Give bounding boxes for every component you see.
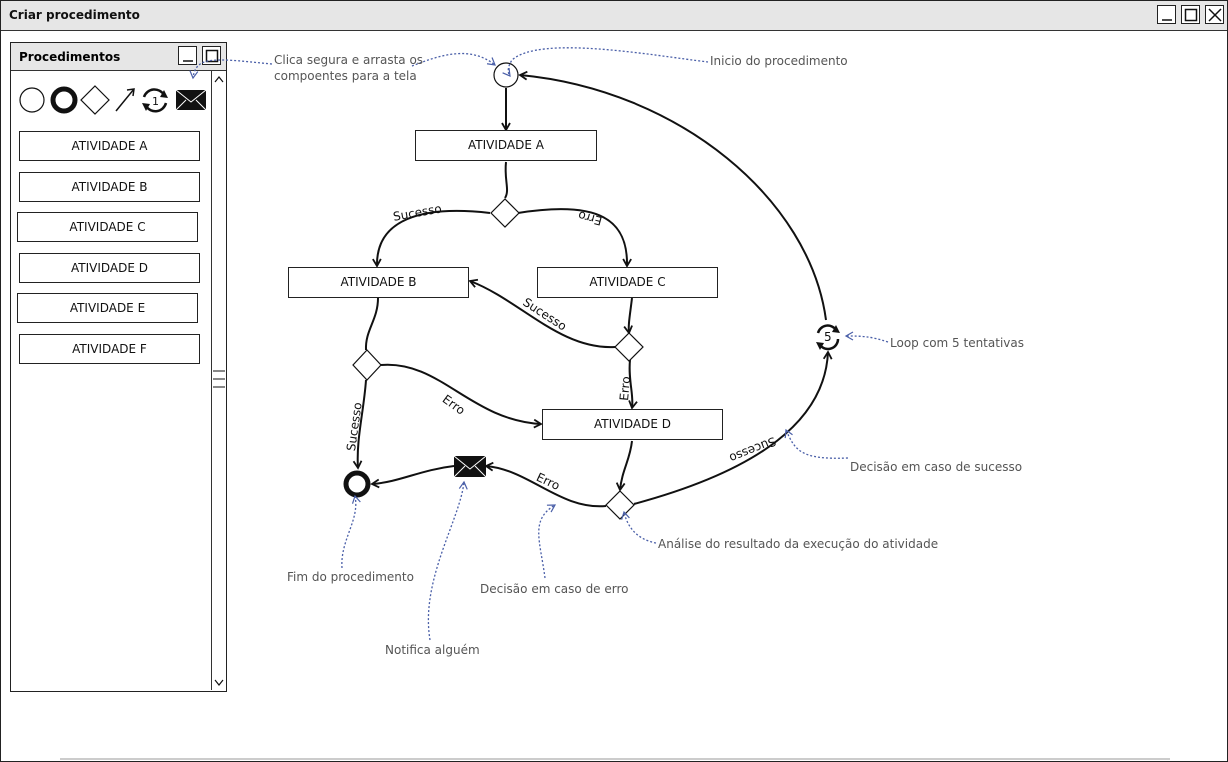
edge-d-to-d3 bbox=[615, 440, 633, 492]
edge-label-erro-2: Erro bbox=[617, 375, 634, 402]
loop-node[interactable]: 5 bbox=[816, 324, 840, 351]
decision-4[interactable] bbox=[614, 332, 644, 362]
note-connector-drag bbox=[189, 59, 273, 80]
note-error-decision: Decisão em caso de erro bbox=[480, 582, 629, 596]
edge-b-to-d2 bbox=[364, 297, 379, 351]
message-node[interactable] bbox=[453, 455, 487, 478]
note-notify: Notifica alguém bbox=[385, 643, 480, 657]
diagram-canvas: 5 bbox=[60, 47, 1170, 760]
note-connector-analysis bbox=[621, 510, 657, 544]
edge-c-to-d4 bbox=[623, 297, 633, 335]
activity-d[interactable]: ATIVIDADE D bbox=[542, 409, 723, 440]
loop-node-count: 5 bbox=[824, 330, 832, 344]
decision-1[interactable] bbox=[490, 198, 520, 228]
note-connector-success bbox=[784, 428, 849, 459]
note-connector-error bbox=[538, 504, 557, 579]
edge-a-to-d1 bbox=[504, 161, 508, 199]
note-connector-notify bbox=[427, 480, 468, 641]
note-drag: Clica segura e arrasta os bbox=[274, 53, 424, 67]
note-end: Fim do procedimento bbox=[287, 570, 414, 584]
edge-d1-to-c bbox=[517, 208, 632, 268]
note-connector-loop bbox=[844, 331, 889, 343]
activity-a[interactable]: ATIVIDADE A bbox=[415, 130, 597, 161]
note-analysis: Análise do resultado da execução do ativ… bbox=[658, 537, 939, 551]
note-drag-2: compoentes para a tela bbox=[274, 69, 417, 83]
decision-3[interactable] bbox=[605, 490, 635, 520]
note-success-decision: Decisão em caso de sucesso bbox=[850, 460, 1023, 474]
edge-msg-to-end bbox=[370, 465, 455, 489]
note-connector-drag-2 bbox=[411, 52, 496, 67]
note-start: Inicio do procedimento bbox=[710, 54, 848, 68]
note-loop: Loop com 5 tentativas bbox=[890, 336, 1024, 350]
decision-2[interactable] bbox=[352, 349, 382, 381]
activity-c[interactable]: ATIVIDADE C bbox=[537, 267, 718, 298]
start-event[interactable] bbox=[493, 62, 519, 88]
end-event[interactable] bbox=[343, 470, 371, 498]
note-connector-end bbox=[341, 494, 361, 569]
activity-b[interactable]: ATIVIDADE B bbox=[288, 267, 469, 298]
note-connector-start bbox=[502, 47, 709, 77]
